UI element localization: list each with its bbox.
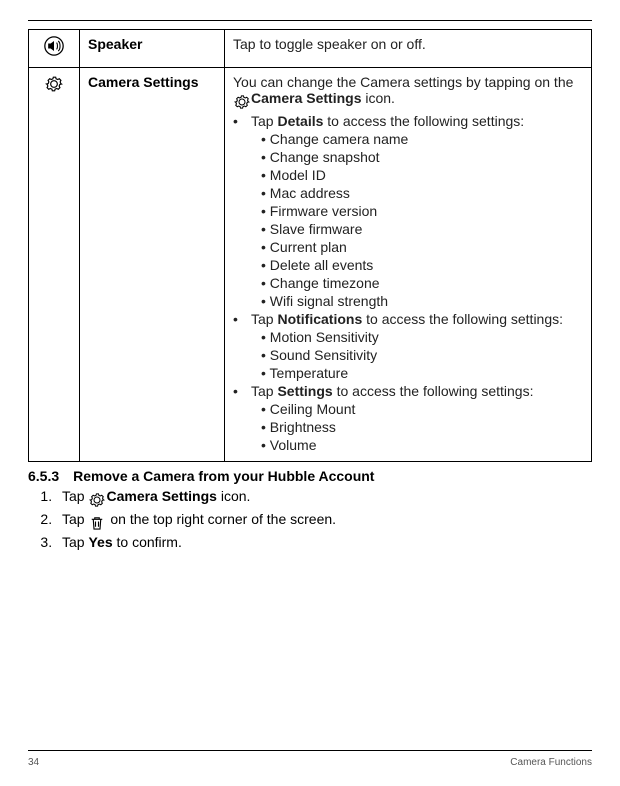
speaker-icon bbox=[44, 36, 64, 59]
page-number: 34 bbox=[28, 757, 39, 768]
row-name: Camera Settings bbox=[80, 68, 225, 462]
table-row: SpeakerTap to toggle speaker on or off. bbox=[29, 30, 592, 68]
row-desc: You can change the Camera settings by ta… bbox=[225, 68, 592, 462]
row-name: Speaker bbox=[80, 30, 225, 68]
trash-icon bbox=[88, 514, 106, 532]
gear-icon bbox=[233, 93, 251, 111]
gear-icon bbox=[88, 491, 106, 509]
page-footer: 34 Camera Functions bbox=[28, 750, 592, 768]
row-desc: Tap to toggle speaker on or off. bbox=[225, 30, 592, 68]
gear-icon bbox=[44, 74, 64, 97]
step-item: Tap Camera Settings icon. bbox=[56, 488, 592, 509]
table-row: Camera SettingsYou can change the Camera… bbox=[29, 68, 592, 462]
steps-list: Tap Camera Settings icon.Tap on the top … bbox=[28, 488, 592, 550]
step-item: Tap Yes to confirm. bbox=[56, 534, 592, 550]
section-heading: 6.5.3Remove a Camera from your Hubble Ac… bbox=[28, 468, 592, 484]
settings-table: SpeakerTap to toggle speaker on or off.C… bbox=[28, 29, 592, 462]
footer-label: Camera Functions bbox=[510, 757, 592, 768]
step-item: Tap on the top right corner of the scree… bbox=[56, 511, 592, 532]
